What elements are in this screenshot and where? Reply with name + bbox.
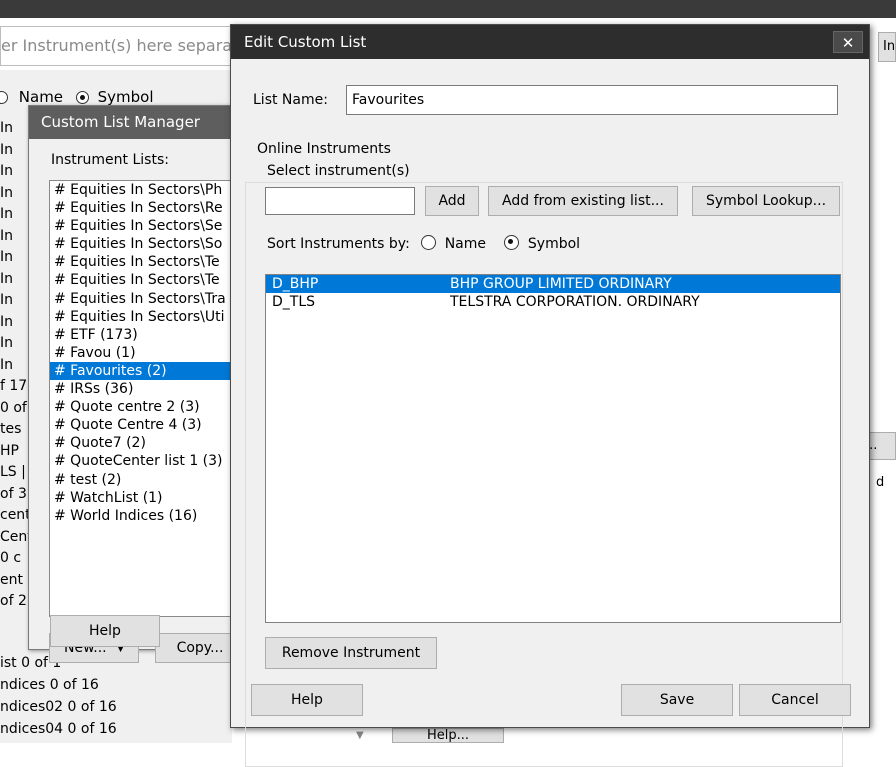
instrument-list-item[interactable]: # Favourites (2) [50,361,238,381]
remove-instrument-button[interactable]: Remove Instrument [265,637,437,669]
background-list-row[interactable]: ndices02 0 of 16 [0,696,232,718]
instrument-entry-input[interactable]: er Instrument(s) here separat [0,26,232,66]
instrument-list-item[interactable]: # Equities In Sectors\Se [50,217,238,235]
instrument-list-item[interactable]: # Equities In Sectors\So [50,235,238,253]
instrument-list-item[interactable]: # ETF (173) [50,326,238,344]
symbol-radio[interactable] [75,91,89,104]
app-top-bar [0,0,896,18]
list-name-input[interactable]: Favourites [346,85,838,115]
select-instruments-label: Select instrument(s) [267,163,410,179]
instrument-lists-label: Instrument Lists: [51,152,169,168]
sort-name-label: Name [444,236,487,252]
close-icon[interactable]: ✕ [833,31,863,53]
instrument-list-item[interactable]: # Equities In Sectors\Ph [50,181,238,199]
instrument-list-item[interactable]: # test (2) [50,471,238,489]
sort-symbol-radio[interactable] [504,235,520,250]
background-d-text: d [876,475,885,490]
instrument-list-item[interactable]: # World Indices (16) [50,507,238,525]
instrument-name: TELSTRA CORPORATION. ORDINARY [450,294,700,310]
edit-dialog-body: List Name: Favourites Online Instruments… [231,59,869,767]
instruments-listbox[interactable]: D_BHP BHP GROUP LIMITED ORDINARY D_TLS TELS… [265,274,841,623]
background-list-row[interactable]: ndices 0 of 16 [0,674,232,696]
instrument-list-item[interactable]: # Equities In Sectors\Tra [50,290,238,308]
instrument-list-item[interactable]: # Quote7 (2) [50,434,238,452]
name-radio-label: Name [18,88,64,106]
save-button[interactable]: Save [621,684,733,716]
online-instruments-label: Online Instruments [257,141,395,157]
edit-dialog-title: Edit Custom List [231,25,869,59]
list-name-label: List Name: [253,92,328,108]
custom-list-manager-window: Custom List Manager Instrument Lists: # … [28,105,245,663]
sort-by-label: Sort Instruments by: [267,236,410,252]
search-by-radio-group: Name Symbol [0,88,154,106]
name-radio[interactable] [0,91,8,104]
instrument-symbol: D_TLS [272,294,316,310]
sort-symbol-label: Symbol [527,236,581,252]
instrument-list-item[interactable]: # Quote centre 2 (3) [50,398,238,416]
background-in-button[interactable]: In [878,32,896,62]
instrument-list-item[interactable]: # Equities In Sectors\Te [50,253,238,271]
instrument-list-item[interactable]: # Equities In Sectors\Re [50,199,238,217]
instrument-row[interactable]: D_BHP BHP GROUP LIMITED ORDINARY [266,275,840,293]
add-button[interactable]: Add [425,186,479,216]
instrument-list-item[interactable]: # IRSs (36) [50,380,238,398]
instrument-name: BHP GROUP LIMITED ORDINARY [450,276,672,292]
background-list-row[interactable]: ndices04 0 of 16 [0,718,232,740]
select-instrument-input[interactable] [265,187,415,215]
instrument-list-item[interactable]: # Equities In Sectors\Uti [50,308,238,326]
sort-instruments-group: Sort Instruments by: Name Symbol [267,235,580,252]
sort-name-radio[interactable] [421,235,437,250]
instrument-row[interactable]: D_TLS TELSTRA CORPORATION. ORDINARY [266,293,840,311]
instrument-lists-listbox[interactable]: # Equities In Sectors\Ph # Equities In Se… [49,180,239,617]
instrument-list-item[interactable]: # Quote Centre 4 (3) [50,416,238,434]
add-from-existing-list-button[interactable]: Add from existing list... [488,186,678,216]
instrument-list-item[interactable]: # QuoteCenter list 1 (3) [50,452,238,470]
symbol-radio-label: Symbol [97,88,154,106]
manager-help-button[interactable]: Help [50,615,160,647]
edit-help-button[interactable]: Help [251,684,363,716]
instrument-symbol: D_BHP [272,276,319,292]
background-list-bottom: ist 0 of 1 ndices 0 of 16 ndices02 0 of 16… [0,652,232,740]
custom-list-manager-title: Custom List Manager [29,106,237,139]
edit-custom-list-dialog: Edit Custom List ✕ List Name: Favourites… [230,24,870,767]
symbol-lookup-button[interactable]: Symbol Lookup... [692,186,840,216]
instrument-list-item[interactable]: # Equities In Sectors\Te [50,271,238,289]
cancel-button[interactable]: Cancel [739,684,851,716]
instrument-list-item[interactable]: # Favou (1) [50,344,238,362]
instrument-list-item[interactable]: # WatchList (1) [50,489,238,507]
